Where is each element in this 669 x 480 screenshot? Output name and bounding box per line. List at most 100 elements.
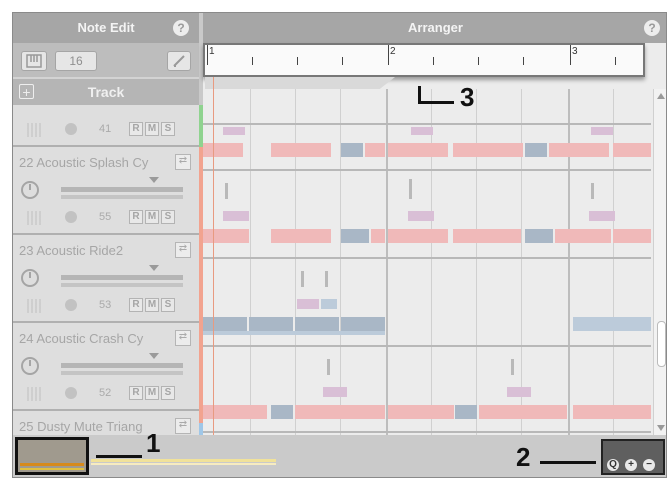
- note-block[interactable]: [411, 127, 433, 135]
- note-block[interactable]: [507, 387, 531, 397]
- note-block[interactable]: [203, 331, 385, 335]
- note-block[interactable]: [408, 211, 434, 221]
- note-block[interactable]: [223, 211, 249, 221]
- note-block[interactable]: [321, 299, 337, 309]
- track-options-icon[interactable]: ⇄: [175, 330, 191, 346]
- zoom-search-icon[interactable]: Q: [607, 459, 619, 471]
- note-block[interactable]: [323, 387, 347, 397]
- scroll-down-icon[interactable]: [657, 425, 665, 431]
- zoom-out-icon[interactable]: −: [643, 459, 655, 471]
- volume-slider[interactable]: [61, 275, 183, 280]
- note-edit-help-icon[interactable]: ?: [173, 20, 189, 36]
- note-block[interactable]: [371, 229, 385, 243]
- mute-button[interactable]: M: [145, 122, 159, 136]
- note-block[interactable]: [365, 143, 385, 157]
- solo-button[interactable]: S: [161, 122, 175, 136]
- scroll-up-icon[interactable]: [657, 93, 665, 99]
- record-button[interactable]: R: [129, 210, 143, 224]
- solo-button[interactable]: S: [161, 298, 175, 312]
- note-block[interactable]: [549, 143, 609, 157]
- record-dot[interactable]: [65, 387, 77, 399]
- record-button[interactable]: R: [129, 122, 143, 136]
- track-options-icon[interactable]: ⇄: [175, 242, 191, 258]
- note-block[interactable]: [589, 211, 615, 221]
- track-row[interactable]: 22 Acoustic Splash Cy ⇄ 55 R M S: [13, 147, 199, 235]
- note-block[interactable]: [341, 229, 369, 243]
- loop-region[interactable]: [205, 77, 395, 89]
- velocity-slider[interactable]: [61, 283, 183, 287]
- arranger-help-icon[interactable]: ?: [644, 20, 660, 36]
- pan-knob-icon[interactable]: [21, 181, 39, 199]
- record-dot[interactable]: [65, 211, 77, 223]
- note-block[interactable]: [388, 143, 448, 157]
- note-block[interactable]: [203, 143, 243, 157]
- note-block[interactable]: [249, 317, 293, 331]
- note-block[interactable]: [341, 317, 385, 331]
- note-block[interactable]: [388, 229, 448, 243]
- record-dot[interactable]: [65, 123, 77, 135]
- track-options-icon[interactable]: ⇄: [175, 154, 191, 170]
- note-block[interactable]: [203, 229, 249, 243]
- velocity-slider[interactable]: [61, 195, 183, 199]
- note-block[interactable]: [453, 143, 523, 157]
- pan-knob-icon[interactable]: [21, 269, 39, 287]
- solo-button[interactable]: S: [161, 386, 175, 400]
- piano-grid-icon[interactable]: [21, 51, 47, 71]
- velocity-slider[interactable]: [61, 371, 183, 375]
- track-row[interactable]: 24 Acoustic Crash Cy ⇄ 52 R M S: [13, 323, 199, 411]
- note-block[interactable]: [613, 229, 651, 243]
- volume-slider[interactable]: [61, 363, 183, 368]
- note-block[interactable]: [573, 317, 651, 331]
- track-list: (^ ^) 41 R M S 22 Acoustic Splash Cy ⇄ 5…: [13, 105, 199, 435]
- note-block[interactable]: [453, 229, 521, 243]
- mute-button[interactable]: M: [145, 386, 159, 400]
- note-block[interactable]: [297, 299, 319, 309]
- mute-button[interactable]: M: [145, 210, 159, 224]
- vertical-scrollbar[interactable]: [653, 89, 666, 435]
- note-block[interactable]: [271, 143, 331, 157]
- callout-1: 1: [146, 428, 161, 458]
- note-block[interactable]: [479, 405, 567, 419]
- record-dot[interactable]: [65, 299, 77, 311]
- note-block[interactable]: [591, 127, 613, 135]
- note-block[interactable]: [388, 405, 454, 419]
- record-button[interactable]: R: [129, 298, 143, 312]
- track-row[interactable]: 23 Acoustic Ride2 ⇄ 53 R M S: [13, 235, 199, 323]
- solo-button[interactable]: S: [161, 210, 175, 224]
- grid-icon[interactable]: [27, 299, 43, 313]
- volume-slider[interactable]: [61, 187, 183, 192]
- track-row[interactable]: 25 Dusty Mute Triang ⇄: [13, 411, 199, 435]
- note-block[interactable]: [271, 405, 293, 419]
- note-grid[interactable]: [203, 89, 651, 435]
- note-block[interactable]: [223, 127, 245, 135]
- note-block[interactable]: [573, 405, 651, 419]
- slider-handle-icon[interactable]: [149, 177, 159, 183]
- playhead-line[interactable]: [213, 77, 214, 437]
- note-block[interactable]: [613, 143, 651, 157]
- pencil-icon[interactable]: [167, 51, 191, 71]
- note-block[interactable]: [455, 405, 477, 419]
- note-block[interactable]: [525, 229, 553, 243]
- track-row[interactable]: (^ ^) 41 R M S: [13, 105, 199, 147]
- record-button[interactable]: R: [129, 386, 143, 400]
- slider-handle-icon[interactable]: [149, 265, 159, 271]
- overview-navigator[interactable]: [15, 437, 89, 475]
- grid-icon[interactable]: [27, 211, 43, 225]
- note-block[interactable]: [525, 143, 547, 157]
- note-block[interactable]: [203, 317, 247, 331]
- grid-icon[interactable]: [27, 123, 43, 137]
- pan-knob-icon[interactable]: [21, 357, 39, 375]
- note-block[interactable]: [271, 229, 331, 243]
- note-block[interactable]: [341, 143, 363, 157]
- mute-button[interactable]: M: [145, 298, 159, 312]
- timeline-ruler[interactable]: 1 2 3: [203, 43, 645, 77]
- note-block[interactable]: [295, 317, 339, 331]
- slider-handle-icon[interactable]: [149, 353, 159, 359]
- note-block[interactable]: [555, 229, 611, 243]
- grid-value-field[interactable]: 16: [55, 51, 97, 71]
- grid-icon[interactable]: [27, 387, 43, 401]
- zoom-in-icon[interactable]: +: [625, 459, 637, 471]
- track-options-icon[interactable]: ⇄: [175, 418, 191, 434]
- scrollbar-thumb[interactable]: [657, 321, 666, 367]
- note-block[interactable]: [295, 405, 385, 419]
